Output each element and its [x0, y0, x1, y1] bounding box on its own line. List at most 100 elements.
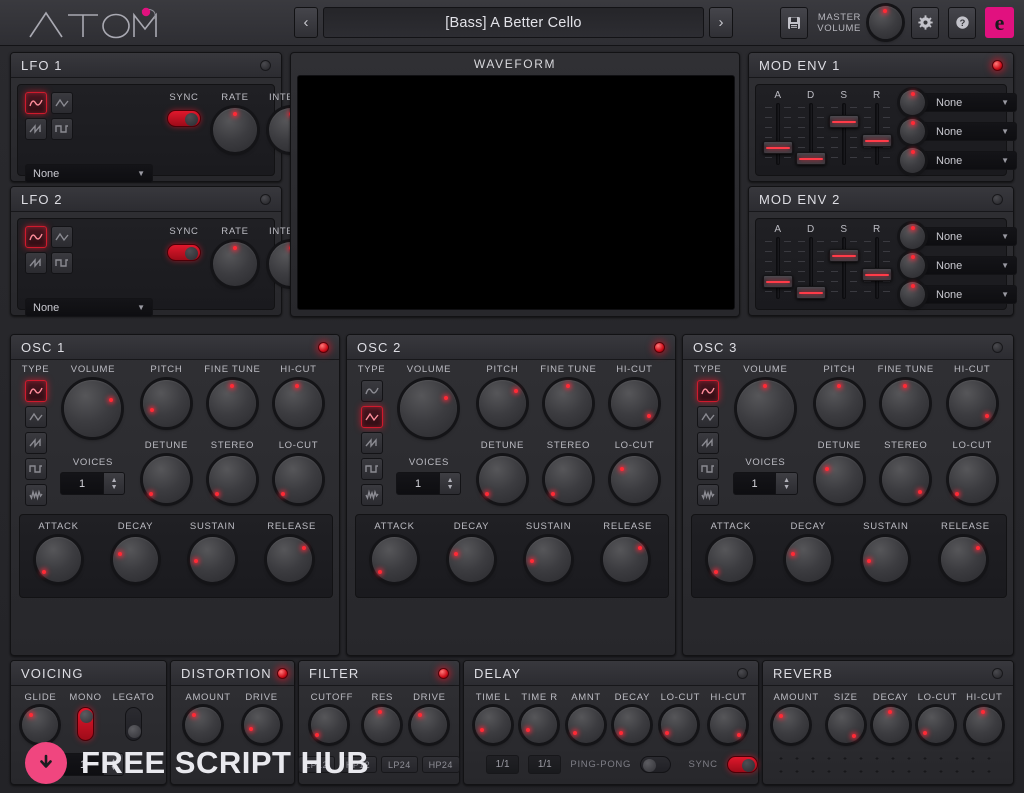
osc-3-voices-arrows[interactable]: ▲ ▼: [775, 473, 797, 494]
lfo-1-shape-triangle[interactable]: [51, 92, 73, 114]
mod-env-2-amount-knob-2[interactable]: [900, 253, 925, 278]
lfo-2-shape-sine[interactable]: [25, 226, 47, 248]
osc-2-fine-tune-knob[interactable]: [544, 380, 592, 427]
osc-2-detune-knob[interactable]: [478, 456, 526, 503]
mod-env-2-amount-knob-1[interactable]: [900, 224, 925, 249]
delay-sync-toggle[interactable]: [726, 756, 758, 773]
delay-amnt-knob[interactable]: [568, 707, 605, 743]
poly-stepper[interactable]: 1 ▲ ▼: [62, 753, 125, 776]
lfo-1-shape-square[interactable]: [51, 118, 73, 140]
filter-type-hp12[interactable]: HP12: [338, 756, 377, 773]
lfo-1-power-led[interactable]: [260, 60, 271, 71]
glide-knob[interactable]: [22, 707, 59, 743]
osc-3-hi-cut-knob[interactable]: [948, 380, 996, 427]
mod-env-1-amount-knob-1[interactable]: [900, 90, 925, 115]
osc-1-voices-arrows[interactable]: ▲ ▼: [102, 473, 125, 494]
lfo-2-power-led[interactable]: [260, 194, 271, 205]
osc-1-hi-cut-knob[interactable]: [274, 380, 322, 427]
delay-time-l-knob[interactable]: [475, 707, 512, 743]
lfo-1-shape-saw[interactable]: [25, 118, 47, 140]
reverb-hi-cut-knob[interactable]: [966, 707, 1003, 743]
osc-1-release-knob[interactable]: [267, 537, 313, 582]
osc-2-pitch-knob[interactable]: [478, 380, 526, 427]
reverb-power-led[interactable]: [992, 668, 1003, 679]
osc-1-volume-knob[interactable]: [64, 380, 122, 437]
help-button[interactable]: ?: [948, 6, 976, 39]
osc-2-type-saw[interactable]: [360, 432, 383, 454]
osc-3-decay-knob[interactable]: [785, 537, 831, 582]
osc-1-type-square[interactable]: [24, 458, 47, 480]
osc-1-pitch-knob[interactable]: [142, 380, 190, 427]
osc-3-detune-knob[interactable]: [815, 456, 863, 503]
osc-2-type-sine[interactable]: [360, 380, 383, 402]
filter-drive-knob[interactable]: [411, 707, 448, 743]
save-preset-button[interactable]: [780, 6, 809, 39]
delay-time-l-value[interactable]: 1/1: [486, 755, 520, 774]
osc-3-sustain-knob[interactable]: [863, 537, 909, 582]
osc-3-type-square[interactable]: [696, 458, 719, 480]
vendor-logo[interactable]: e: [985, 7, 1014, 38]
lfo-2-shape-saw[interactable]: [25, 252, 47, 274]
mod-env-1-dest-select-3[interactable]: None ▼: [921, 151, 1017, 170]
osc-3-lo-cut-knob[interactable]: [948, 456, 996, 503]
osc-1-sustain-knob[interactable]: [189, 537, 235, 582]
osc-3-type-sine[interactable]: [696, 380, 719, 402]
mod-env-2-dest-select-1[interactable]: None ▼: [921, 227, 1017, 246]
distortion-power-led[interactable]: [277, 668, 288, 679]
delay-time-r-knob[interactable]: [521, 707, 558, 743]
preset-prev-button[interactable]: ‹: [294, 7, 318, 38]
reverb-decay-knob[interactable]: [872, 707, 909, 743]
osc-2-attack-knob[interactable]: [371, 537, 417, 582]
osc-2-release-knob[interactable]: [603, 537, 649, 582]
osc-3-type-saw[interactable]: [696, 432, 719, 454]
osc-2-type-noise[interactable]: [360, 484, 383, 506]
lfo-1-shape-sine[interactable]: [25, 92, 47, 114]
osc-1-decay-knob[interactable]: [112, 537, 158, 582]
osc-2-type-triangle[interactable]: [360, 406, 383, 428]
lfo-1-sync-toggle[interactable]: [167, 110, 201, 127]
lfo-1-rate-knob[interactable]: [213, 108, 257, 152]
osc-2-voices-arrows[interactable]: ▲ ▼: [438, 473, 461, 494]
filter-cutoff-knob[interactable]: [310, 707, 347, 743]
filter-type-hp24[interactable]: HP24: [421, 756, 460, 773]
osc-1-voices-stepper[interactable]: 1 ▲ ▼: [60, 472, 126, 495]
mod-env-2-dest-select-2[interactable]: None ▼: [921, 256, 1017, 275]
osc-2-stereo-knob[interactable]: [544, 456, 592, 503]
settings-button[interactable]: [911, 6, 939, 39]
osc-1-type-noise[interactable]: [24, 484, 47, 506]
osc-2-voices-stepper[interactable]: 1 ▲ ▼: [396, 472, 462, 495]
legato-toggle[interactable]: [125, 707, 143, 741]
osc-3-power-led[interactable]: [992, 342, 1003, 353]
osc-3-stereo-knob[interactable]: [882, 456, 930, 503]
osc-3-release-knob[interactable]: [941, 537, 987, 582]
distortion-amount-knob[interactable]: [185, 707, 222, 743]
poly-arrows[interactable]: ▲ ▼: [102, 754, 124, 775]
osc-2-type-square[interactable]: [360, 458, 383, 480]
osc-3-attack-knob[interactable]: [708, 537, 754, 582]
mod-env-2-dest-select-3[interactable]: None ▼: [921, 285, 1017, 304]
distortion-drive-knob[interactable]: [243, 707, 280, 743]
mono-toggle[interactable]: [77, 707, 95, 741]
lfo-1-destination-select[interactable]: None ▼: [25, 164, 153, 183]
osc-1-fine-tune-knob[interactable]: [208, 380, 256, 427]
delay-hi-cut-knob[interactable]: [710, 707, 747, 743]
lfo-2-sync-toggle[interactable]: [167, 244, 201, 261]
lfo-2-shape-square[interactable]: [51, 252, 73, 274]
reverb-amount-knob[interactable]: [773, 707, 810, 743]
osc-3-type-noise[interactable]: [696, 484, 719, 506]
mod-env-1-amount-knob-2[interactable]: [900, 119, 925, 144]
osc-3-type-triangle[interactable]: [696, 406, 719, 428]
osc-1-type-sine[interactable]: [24, 380, 47, 402]
osc-1-detune-knob[interactable]: [142, 456, 190, 503]
osc-3-pitch-knob[interactable]: [815, 380, 863, 427]
filter-res-knob[interactable]: [364, 707, 401, 743]
osc-3-voices-stepper[interactable]: 1 ▲ ▼: [732, 472, 798, 495]
osc-1-power-led[interactable]: [318, 342, 329, 353]
lfo-2-rate-knob[interactable]: [213, 242, 257, 286]
mod-env-1-dest-select-1[interactable]: None ▼: [921, 93, 1017, 112]
master-volume-knob[interactable]: [869, 6, 902, 39]
osc-3-fine-tune-knob[interactable]: [882, 380, 930, 427]
delay-lo-cut-knob[interactable]: [660, 707, 697, 743]
filter-type-lp12[interactable]: LP12: [298, 756, 335, 773]
preset-next-button[interactable]: ›: [709, 7, 733, 38]
